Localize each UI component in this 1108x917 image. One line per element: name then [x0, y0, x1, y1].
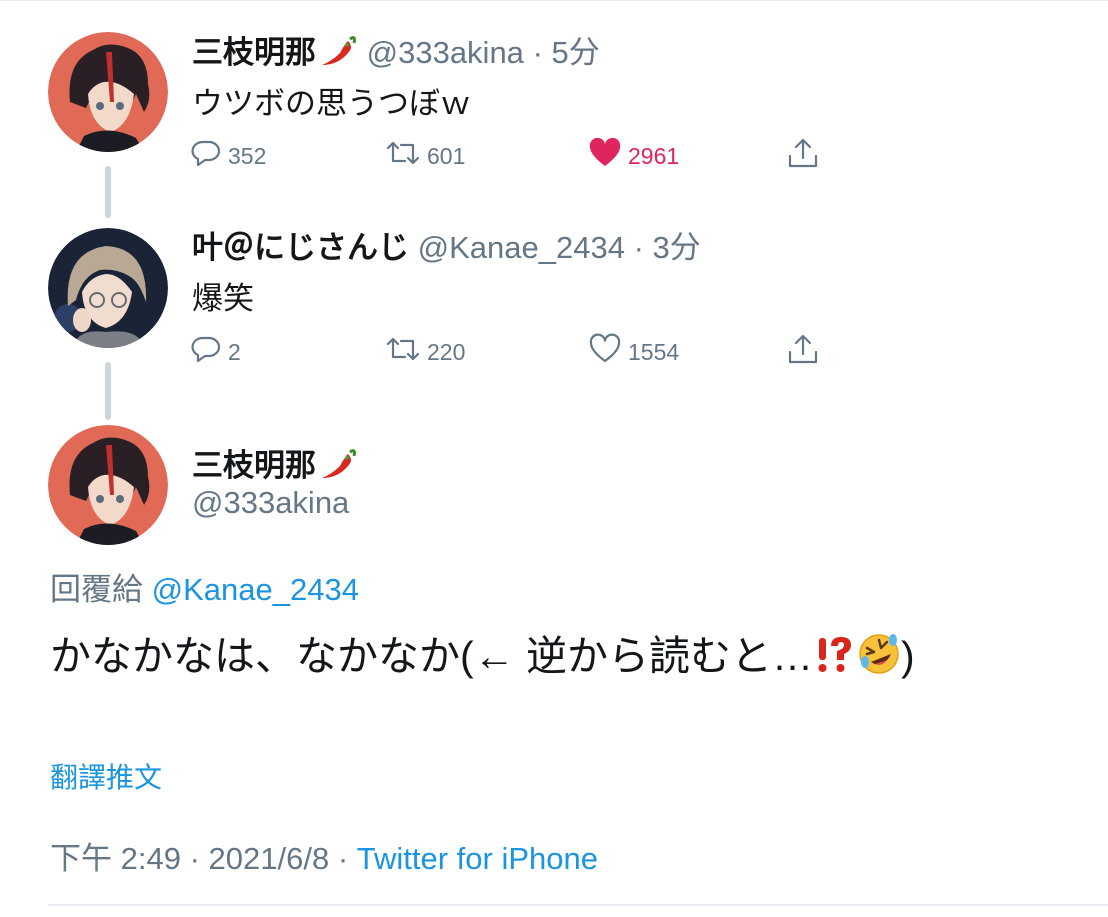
heart-filled-icon	[588, 137, 628, 175]
main-author-handle[interactable]: @333akina	[192, 485, 349, 521]
tweet-time[interactable]: 3分	[653, 230, 701, 265]
author-handle[interactable]: @333akina	[367, 35, 524, 70]
retweet-icon	[385, 333, 427, 371]
reply-button[interactable]: 2	[190, 334, 241, 370]
hot-pepper-icon	[316, 35, 358, 70]
author-name[interactable]: 叶＠にじさんじ	[192, 230, 409, 265]
replying-to: 回覆給 @Kanae_2434	[50, 564, 359, 609]
heart-outline-icon	[588, 333, 628, 371]
share-icon	[786, 332, 826, 372]
tweet-time[interactable]: 5分	[552, 35, 600, 70]
rolling-on-floor-laughing-icon	[857, 633, 901, 679]
tweet-header: 叶＠にじさんじ @Kanae_2434 · 3分	[192, 222, 701, 267]
like-button[interactable]: 2961	[588, 137, 680, 175]
like-count: 2961	[628, 142, 680, 169]
hot-pepper-icon	[316, 448, 358, 483]
author-name[interactable]: 三枝明那	[192, 448, 316, 483]
avatar-akina[interactable]	[48, 32, 168, 152]
reply-to-link[interactable]: @Kanae_2434	[152, 572, 359, 607]
separator-dot: ·	[189, 841, 200, 876]
retweet-button[interactable]: 601	[385, 138, 465, 174]
retweet-icon	[385, 137, 427, 175]
tweet-meta: 下午 2:49 · 2021/6/8 · Twitter for iPhone	[50, 833, 598, 878]
tweet-text: ウツボの思うつぼｗ	[192, 86, 471, 121]
tweet-header: 三枝明那 @333akina · 5分	[192, 27, 600, 72]
retweet-count: 601	[427, 142, 466, 169]
share-button[interactable]	[786, 334, 826, 370]
thread-line	[105, 166, 111, 218]
main-tweet-text: かなかなは、なかなか(← 逆から読むと…)	[50, 622, 915, 682]
avatar-akina[interactable]	[48, 425, 168, 545]
separator-dot: ·	[337, 841, 349, 876]
author-name[interactable]: 三枝明那	[192, 35, 316, 70]
tweet-date[interactable]: 2021/6/8	[209, 841, 330, 876]
tweet-time[interactable]: 下午 2:49	[50, 841, 181, 876]
exclamation-question-mark-icon	[813, 633, 857, 679]
reply-icon	[190, 137, 228, 175]
separator-dot: ·	[633, 230, 644, 265]
tweet-source-link[interactable]: Twitter for iPhone	[357, 841, 598, 876]
main-author-name[interactable]: 三枝明那	[192, 440, 358, 485]
tweet-text: 爆笑	[192, 281, 254, 316]
retweet-count: 220	[427, 338, 466, 365]
reply-icon	[190, 333, 228, 371]
reply-button[interactable]: 352	[190, 138, 266, 174]
translate-tweet-link[interactable]: 翻譯推文	[50, 756, 162, 796]
share-icon	[786, 136, 826, 176]
top-divider	[0, 0, 1108, 1]
tweet-actions: 2 220 1554	[190, 333, 830, 371]
share-button[interactable]	[786, 138, 826, 174]
thread-line	[105, 362, 111, 420]
like-count: 1554	[628, 338, 680, 365]
reply-count: 352	[228, 142, 267, 169]
main-text-body: かなかなは、なかなか(← 逆から読むと…	[50, 633, 814, 679]
separator-dot: ·	[532, 35, 543, 70]
like-button[interactable]: 1554	[588, 333, 680, 371]
retweet-button[interactable]: 220	[385, 334, 465, 370]
reply-count: 2	[228, 338, 241, 365]
tweet-actions: 352 601 2961	[190, 137, 830, 175]
main-text-end: )	[901, 633, 915, 679]
reply-label: 回覆給	[50, 572, 143, 607]
bottom-divider	[48, 904, 1108, 906]
author-handle[interactable]: @Kanae_2434	[418, 230, 625, 265]
avatar-kanae[interactable]	[48, 228, 168, 348]
